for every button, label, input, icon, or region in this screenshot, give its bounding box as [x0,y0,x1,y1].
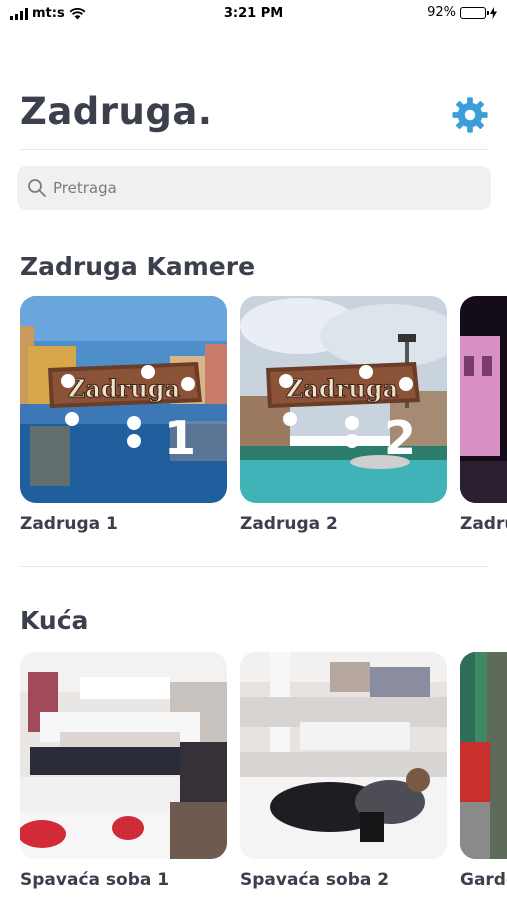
camera-thumbnail [240,652,447,859]
camera-card-zadruga-1[interactable]: Zadruga 1 [20,296,227,503]
charging-icon [490,6,497,19]
section-divider [20,566,489,567]
camera-card-zadruga-3[interactable] [460,296,507,503]
camera-thumbnail [460,296,507,503]
section-title-kamere: Zadruga Kamere [20,252,256,281]
room-label-garderoba[interactable]: Garderoba [460,870,507,890]
camera-number-badge: 1 [164,411,196,465]
camera-card-zadruga-2[interactable]: Zadruga 2 [240,296,447,503]
camera-thumbnail: Zadruga 2 [240,296,447,503]
camera-thumbnail [460,652,507,859]
zadruga-logo: Zadruga [286,374,398,403]
battery-status: 92% [427,5,497,20]
camera-label-zadruga-1[interactable]: Zadruga 1 [20,514,118,534]
camera-label-zadruga-3[interactable]: Zadruga 3 [460,514,507,534]
camera-card-spavaca-soba-2[interactable] [240,652,447,859]
section-title-kuca: Kuća [20,606,89,635]
search-bar[interactable] [17,166,491,210]
search-input[interactable] [53,166,473,210]
camera-thumbnail [20,652,227,859]
battery-icon [460,6,489,19]
camera-card-spavaca-soba-1[interactable] [20,652,227,859]
zadruga-logo: Zadruga [68,374,180,403]
header-divider [20,149,489,150]
app-title: Zadruga. [20,90,213,133]
search-icon [28,179,46,197]
room-label-spavaca-soba-2[interactable]: Spavaća soba 2 [240,870,389,890]
status-bar: mt:s 3:21 PM 92% [0,0,507,30]
camera-thumbnail: Zadruga 1 [20,296,227,503]
gear-icon[interactable] [451,96,489,134]
room-label-spavaca-soba-1[interactable]: Spavaća soba 1 [20,870,169,890]
camera-label-zadruga-2[interactable]: Zadruga 2 [240,514,338,534]
camera-card-garderoba[interactable] [460,652,507,859]
battery-percent: 92% [427,5,456,20]
camera-number-badge: 2 [384,411,416,465]
